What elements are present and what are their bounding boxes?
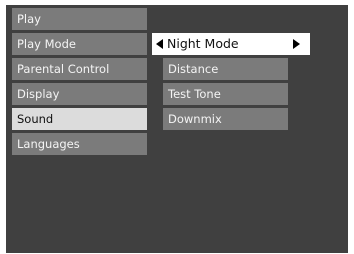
menu-item-parental-control[interactable]: Parental Control [12, 58, 147, 80]
submenu-item-night-mode[interactable]: Night Mode [152, 33, 310, 55]
settings-screen: Play Play Mode Parental Control Display … [6, 5, 348, 253]
menu-item-sound[interactable]: Sound [12, 108, 147, 130]
main-menu: Play Play Mode Parental Control Display … [12, 8, 147, 158]
menu-item-display[interactable]: Display [12, 83, 147, 105]
submenu-item-test-tone[interactable]: Test Tone [163, 83, 288, 105]
triangle-right-icon[interactable] [293, 39, 300, 49]
menu-item-play-mode[interactable]: Play Mode [12, 33, 147, 55]
submenu-item-distance[interactable]: Distance [163, 58, 288, 80]
menu-item-languages[interactable]: Languages [12, 133, 147, 155]
submenu-item-downmix[interactable]: Downmix [163, 108, 288, 130]
sound-submenu: Night Mode Distance Test Tone Downmix [152, 33, 310, 133]
menu-item-play[interactable]: Play [12, 8, 147, 30]
submenu-item-label: Night Mode [167, 36, 239, 51]
triangle-left-icon[interactable] [156, 39, 163, 49]
